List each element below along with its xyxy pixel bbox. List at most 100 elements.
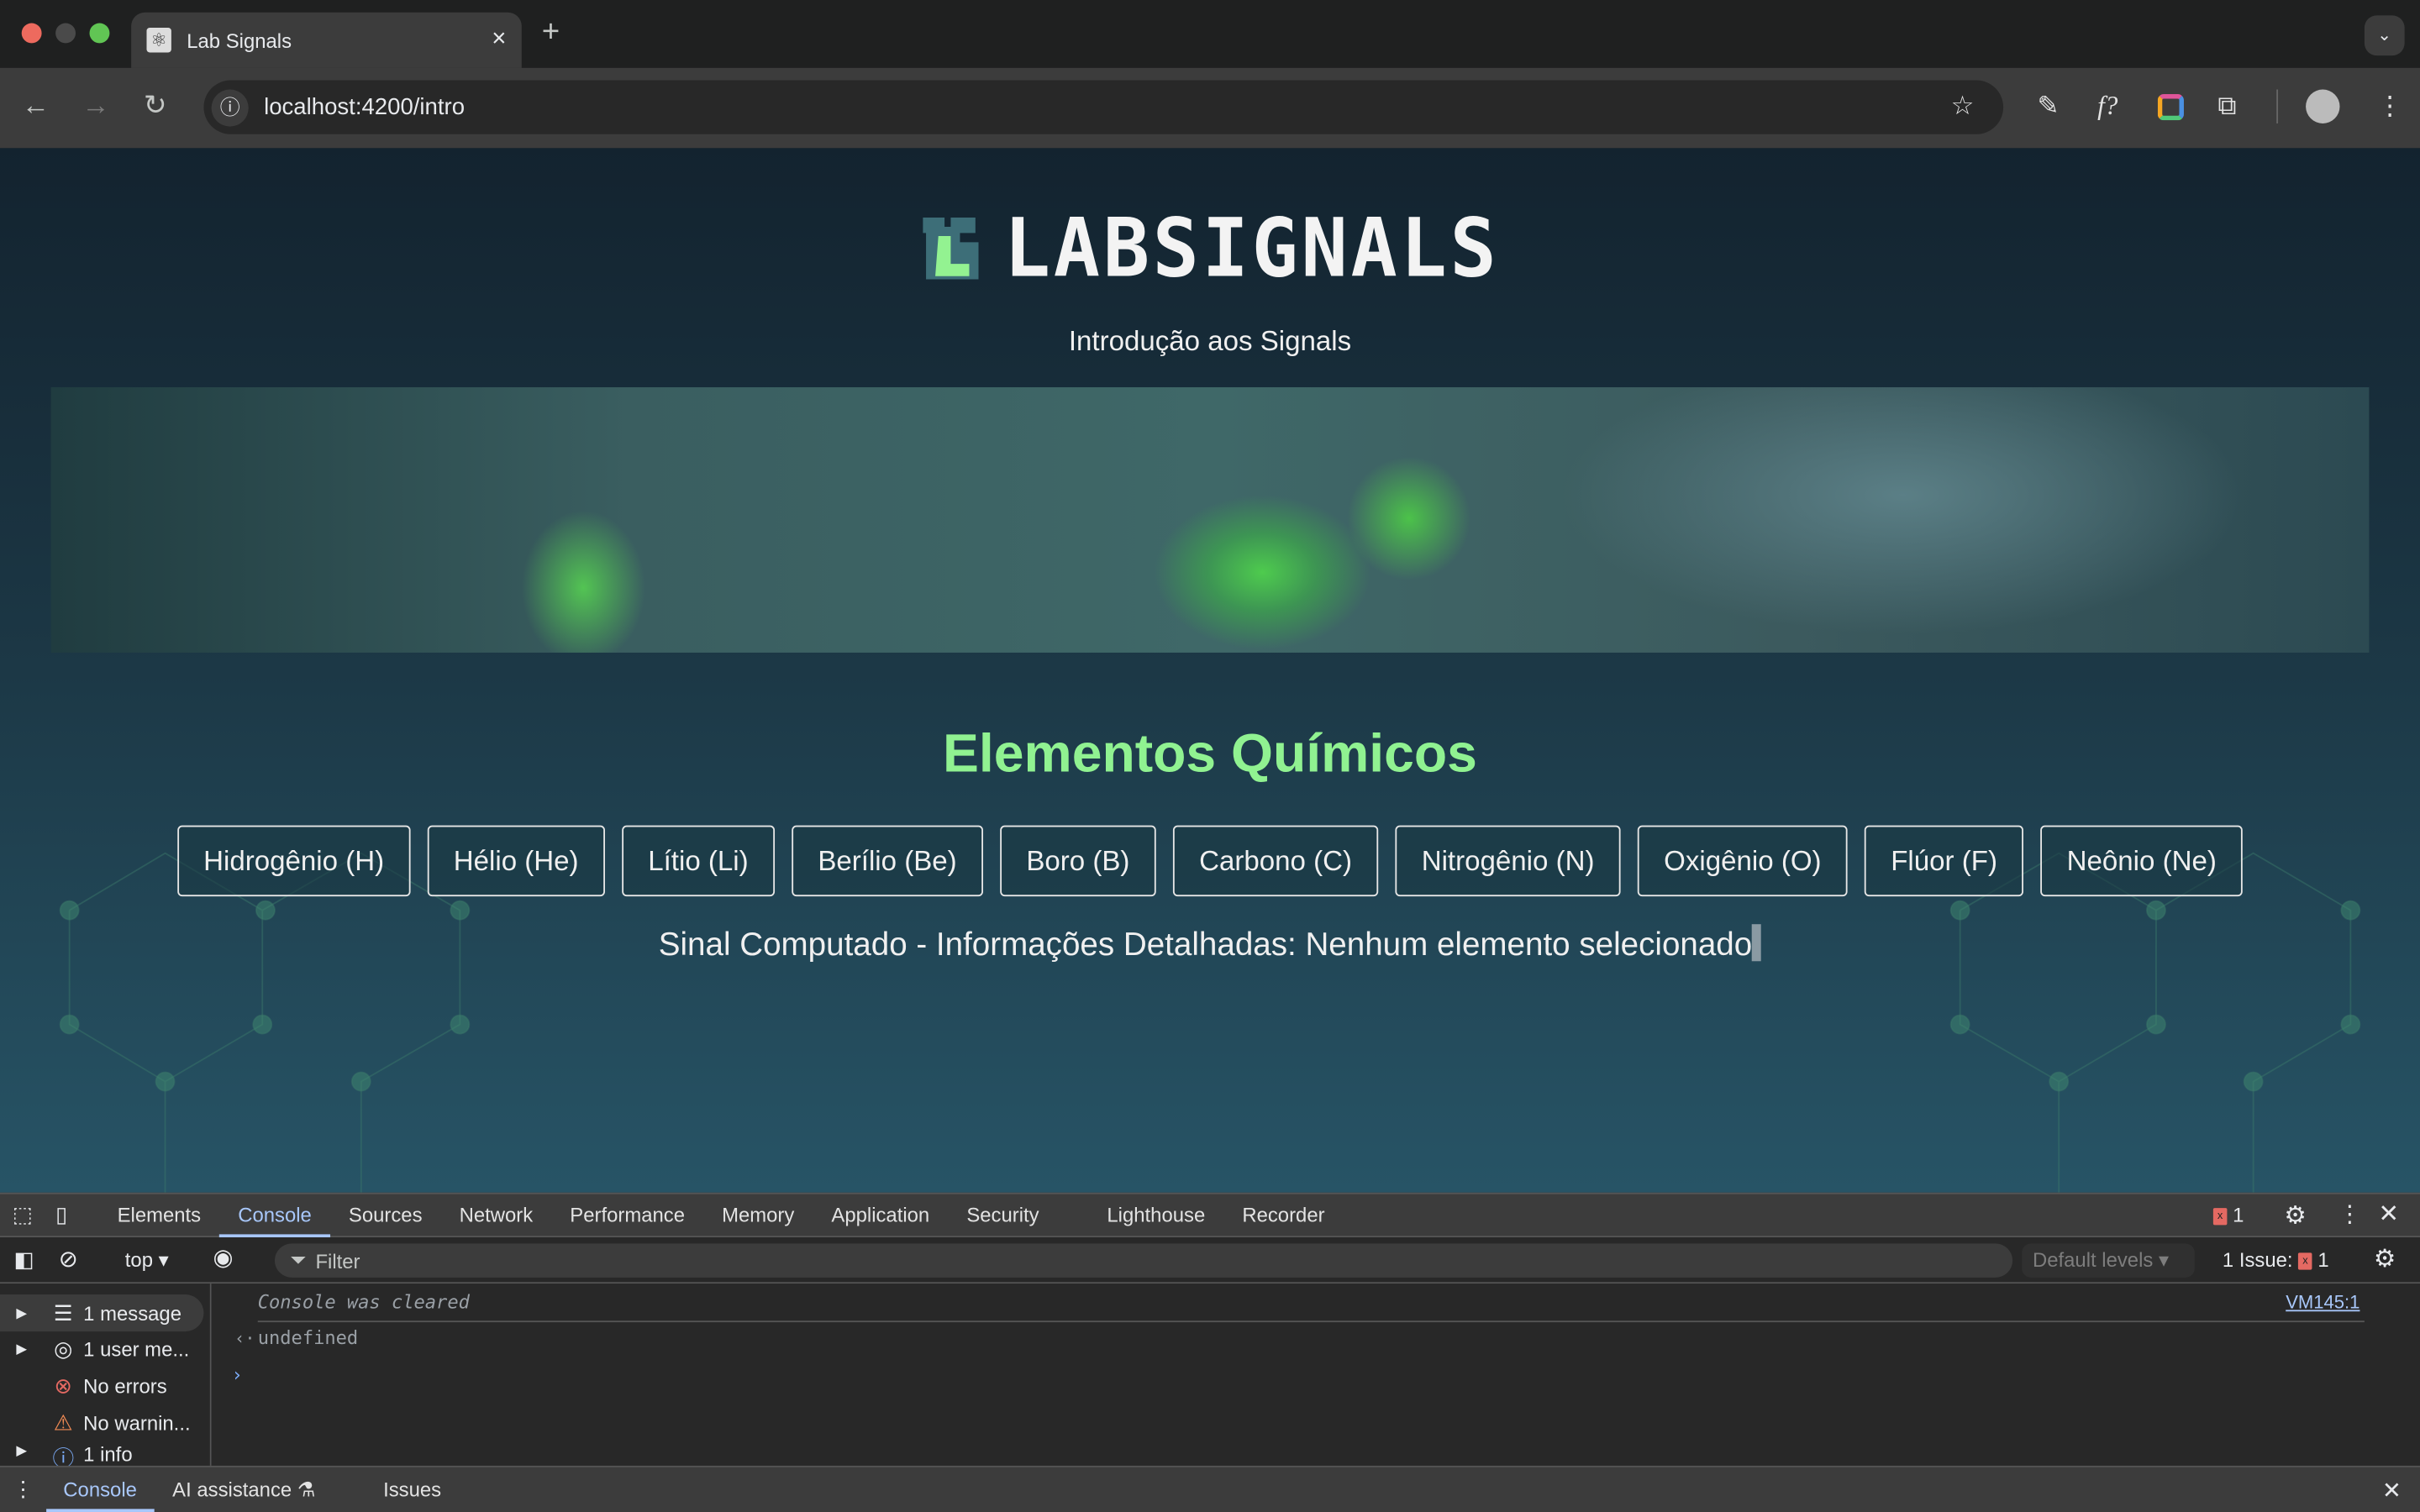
console-result: undefined xyxy=(257,1326,359,1349)
element-button-boron[interactable]: Boro (B) xyxy=(1000,825,1156,897)
browser-tab[interactable]: ⚛ Lab Signals × xyxy=(131,12,522,68)
list-icon: ☰ xyxy=(53,1299,73,1325)
address-bar[interactable]: ⓘ localhost:4200/intro xyxy=(203,80,2004,134)
function-icon[interactable]: f? xyxy=(2097,91,2118,122)
expand-arrow-icon[interactable]: ▶ xyxy=(0,1442,43,1459)
element-button-lithium[interactable]: Lítio (Li) xyxy=(622,825,775,897)
eyedropper-icon[interactable]: ✎ xyxy=(2037,91,2059,122)
tab-title: Lab Signals xyxy=(187,28,292,52)
devtools-tab-console[interactable]: Console xyxy=(219,1194,330,1237)
error-count-badge[interactable]: x 1 xyxy=(2212,1203,2244,1227)
source-link[interactable]: VM145:1 xyxy=(2286,1291,2360,1313)
devtools-tab-recorder[interactable]: Recorder xyxy=(1223,1194,1343,1236)
element-button-nitrogen[interactable]: Nitrogênio (N) xyxy=(1395,825,1621,897)
logo-text: LABSIGNALS xyxy=(1003,201,1500,296)
profile-avatar[interactable] xyxy=(2306,89,2340,123)
console-settings-icon[interactable]: ⚙ xyxy=(2374,1243,2396,1274)
color-wheel-icon[interactable] xyxy=(2157,94,2184,121)
flask-logo-icon xyxy=(923,217,980,280)
devtools-drawer: ⋮ Console AI assistance ⚗ Issues ✕ xyxy=(0,1465,2420,1512)
star-icon[interactable]: ☆ xyxy=(1951,91,1975,122)
devtools-settings-icon[interactable]: ⚙ xyxy=(2284,1200,2306,1231)
devtools-tab-sources[interactable]: Sources xyxy=(330,1194,441,1236)
devtools-tab-bar: ⬚ ▯ Elements Console Sources Network Per… xyxy=(0,1192,2420,1238)
devtools-tab-memory[interactable]: Memory xyxy=(703,1194,813,1236)
filter-icon: ⏷ xyxy=(290,1247,307,1272)
sidebar-info[interactable]: ▶ ⓘ 1 info xyxy=(0,1442,203,1466)
element-button-fluorine[interactable]: Flúor (F) xyxy=(1865,825,2024,897)
devtools-tab-elements[interactable]: Elements xyxy=(99,1194,220,1236)
clear-console-icon[interactable]: ⊘ xyxy=(59,1245,78,1273)
drawer-tab-issues[interactable]: Issues xyxy=(365,1468,460,1511)
devtools-tab-network[interactable]: Network xyxy=(441,1194,552,1236)
console-prompt[interactable]: › xyxy=(232,1364,243,1386)
devtools-tab-performance[interactable]: Performance xyxy=(551,1194,703,1236)
issues-label: 1 Issue: xyxy=(2222,1247,2293,1272)
inspect-element-icon[interactable]: ⬚ xyxy=(13,1202,44,1228)
maximize-window-button[interactable] xyxy=(89,23,110,44)
drawer-close-icon[interactable]: ✕ xyxy=(2382,1476,2402,1504)
error-icon: ⊗ xyxy=(54,1372,73,1398)
reload-button[interactable]: ↻ xyxy=(144,90,167,123)
tab-search-chevron-icon[interactable]: ⌄ xyxy=(2364,15,2405,56)
element-button-carbon[interactable]: Carbono (C) xyxy=(1172,825,1379,897)
console-sidebar: ▶ ☰ 1 message ▶ ◎ 1 user me... ⊗ No errors ⚠ N… xyxy=(0,1284,212,1466)
element-button-neon[interactable]: Neônio (Ne) xyxy=(2040,825,2244,897)
console-output: Console was cleared VM145:1 ‹· undefined… xyxy=(211,1284,2420,1466)
close-window-button[interactable] xyxy=(21,23,42,44)
sidebar-label: No warnin... xyxy=(83,1410,191,1435)
drawer-menu-icon[interactable]: ⋮ xyxy=(0,1477,46,1503)
sidebar-warnings[interactable]: ⚠ No warnin... xyxy=(0,1405,203,1439)
devtools-menu-icon[interactable]: ⋮ xyxy=(2338,1200,2362,1228)
back-button[interactable]: ← xyxy=(22,90,50,123)
page-subtitle: Introdução aos Signals xyxy=(1068,325,1352,357)
sidebar-user-messages[interactable]: ▶ ◎ 1 user me... xyxy=(0,1331,203,1365)
sidebar-messages[interactable]: ▶ ☰ 1 message xyxy=(0,1294,204,1332)
log-levels-dropdown[interactable]: Default levels ▾ xyxy=(2022,1243,2195,1278)
warning-icon: ⚠ xyxy=(53,1409,73,1435)
element-button-beryllium[interactable]: Berílio (Be) xyxy=(792,825,983,897)
console-cleared-message: Console was cleared xyxy=(257,1291,470,1314)
issues-button[interactable]: 1 Issue: x 1 xyxy=(2223,1248,2329,1272)
user-icon: ◎ xyxy=(54,1335,73,1361)
devtools-tab-application[interactable]: Application xyxy=(813,1194,948,1236)
drawer-tab-label: AI assistance xyxy=(172,1477,292,1501)
drawer-tab-console[interactable]: Console xyxy=(46,1468,154,1512)
site-info-icon[interactable]: ⓘ xyxy=(211,88,249,126)
console-filter-input[interactable]: ⏷ Filter xyxy=(274,1243,2013,1278)
live-expression-eye-icon[interactable]: ◉ xyxy=(213,1243,233,1271)
element-button-hydrogen[interactable]: Hidrogênio (H) xyxy=(176,825,411,897)
devtools-tab-security[interactable]: Security xyxy=(948,1194,1057,1236)
element-button-helium[interactable]: Hélio (He) xyxy=(427,825,605,897)
minimize-window-button[interactable] xyxy=(55,23,76,44)
issue-badge-icon: x xyxy=(2298,1252,2312,1270)
menu-icon[interactable]: ⋮ xyxy=(2377,91,2403,122)
devtools-close-icon[interactable]: ✕ xyxy=(2378,1199,2399,1230)
sidebar-errors[interactable]: ⊗ No errors xyxy=(0,1368,203,1402)
expand-arrow-icon[interactable]: ▶ xyxy=(0,1305,43,1321)
error-badge-icon: x xyxy=(2212,1208,2228,1226)
expand-arrow-icon[interactable]: ▶ xyxy=(0,1340,43,1357)
logo: LABSIGNALS xyxy=(0,201,2420,296)
elements-heading: Elementos Químicos xyxy=(943,723,1477,785)
computed-signal-value: Sinal Computado - Informações Detalhadas… xyxy=(658,927,1753,963)
result-arrow-icon: ‹· xyxy=(234,1328,255,1349)
context-selector[interactable]: top ▾ xyxy=(125,1248,169,1273)
filter-placeholder: Filter xyxy=(315,1248,360,1273)
text-cursor xyxy=(1752,924,1762,962)
new-tab-button[interactable]: + xyxy=(542,15,560,50)
devtools-tab-lighthouse[interactable]: Lighthouse xyxy=(1088,1194,1223,1236)
sidebar-label: No errors xyxy=(83,1373,167,1398)
extensions-icon[interactable]: ⧉ xyxy=(2217,91,2236,122)
tab-close-icon[interactable]: × xyxy=(492,26,506,54)
error-count: 1 xyxy=(2233,1203,2244,1227)
sidebar-label: 1 info xyxy=(83,1442,133,1466)
message-divider xyxy=(257,1320,2365,1323)
element-button-oxygen[interactable]: Oxigênio (O) xyxy=(1637,825,1848,897)
computed-signal-text: Sinal Computado - Informações Detalhadas… xyxy=(0,924,2420,964)
drawer-tab-ai-assistance[interactable]: AI assistance ⚗ xyxy=(154,1468,334,1511)
forward-button[interactable]: → xyxy=(82,90,109,123)
device-toolbar-icon[interactable]: ▯ xyxy=(55,1202,98,1228)
sidebar-toggle-icon[interactable]: ◧ xyxy=(14,1247,34,1273)
url-text[interactable]: localhost:4200/intro xyxy=(264,94,465,120)
